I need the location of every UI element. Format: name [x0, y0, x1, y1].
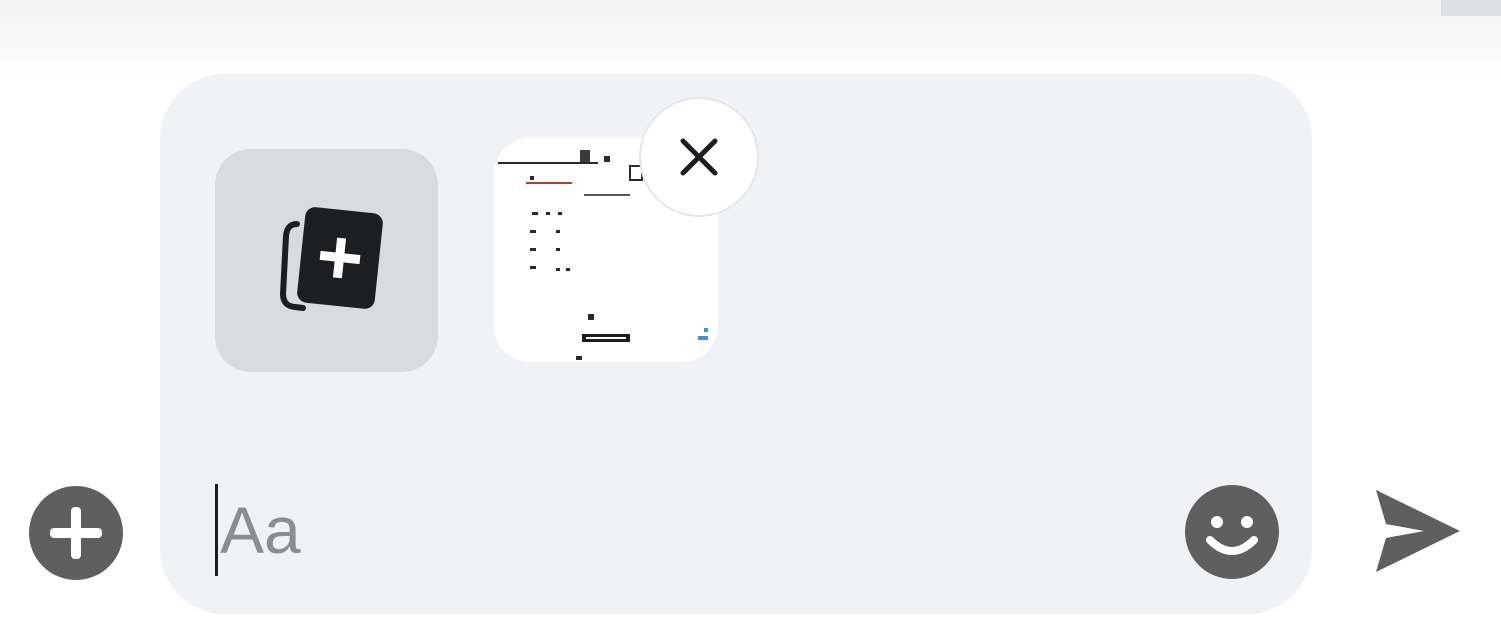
message-input[interactable]	[214, 484, 1180, 576]
media-add-icon	[279, 206, 383, 311]
send-icon	[1376, 490, 1460, 572]
text-caret	[215, 484, 218, 576]
more-actions-button[interactable]	[28, 485, 124, 581]
smiley-icon	[1185, 485, 1279, 579]
message-input-row	[214, 484, 1180, 576]
chat-composer-area	[0, 0, 1501, 628]
scrollbar-thumb[interactable]	[1441, 0, 1501, 16]
remove-attachment-button[interactable]	[641, 99, 757, 215]
add-media-button[interactable]	[215, 149, 438, 372]
emoji-button[interactable]	[1184, 484, 1280, 580]
plus-circle-icon	[29, 486, 123, 580]
close-icon	[680, 138, 718, 176]
send-button[interactable]	[1368, 486, 1464, 576]
